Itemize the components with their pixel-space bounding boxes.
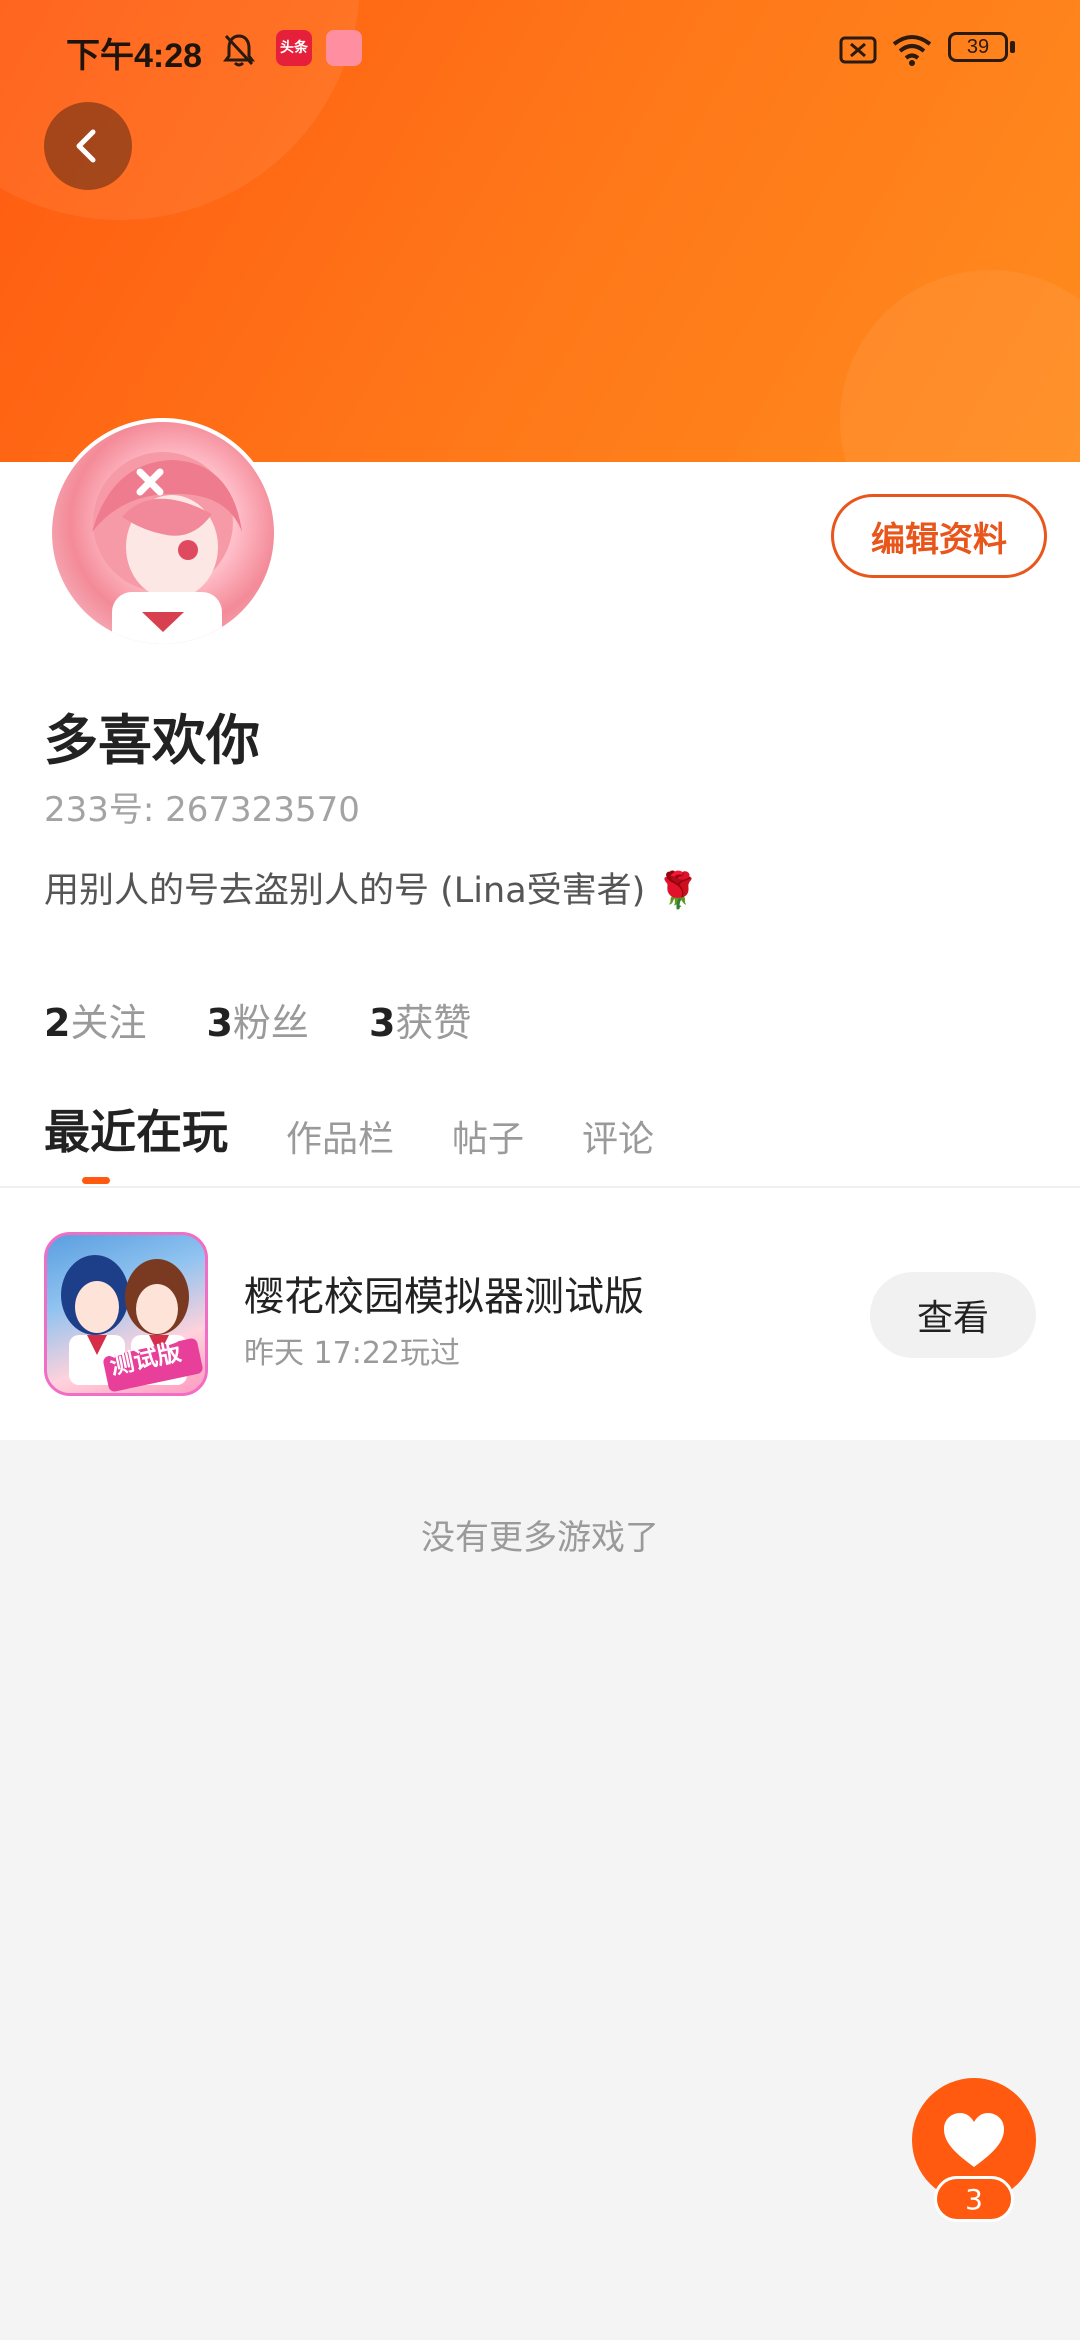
tab-works[interactable]: 作品栏 bbox=[286, 1110, 394, 1162]
game-title: 樱花校园模拟器测试版 bbox=[244, 1274, 644, 1320]
chevron-left-icon bbox=[76, 129, 96, 163]
stat-likes[interactable]: 3获赞 bbox=[369, 992, 471, 1047]
stat-followers-count: 3 bbox=[206, 1001, 233, 1045]
wifi-icon bbox=[892, 35, 932, 66]
like-count-badge: 3 bbox=[934, 2176, 1014, 2222]
toutiao-app-icon: 头条 bbox=[276, 30, 312, 66]
stat-following[interactable]: 2关注 bbox=[44, 992, 146, 1047]
battery-level: 39 bbox=[966, 36, 990, 58]
game-icon: 测试版 bbox=[44, 1232, 208, 1396]
status-bar: 下午4:28 头条 39 bbox=[0, 0, 1080, 100]
stat-followers-label: 粉丝 bbox=[232, 1001, 309, 1045]
cover-decoration bbox=[840, 270, 1080, 462]
stat-following-count: 2 bbox=[44, 1001, 71, 1045]
store-app-icon bbox=[326, 30, 362, 66]
stat-likes-label: 获赞 bbox=[395, 1001, 472, 1045]
bell-off-icon bbox=[223, 34, 255, 67]
edit-profile-button[interactable]: 编辑资料 bbox=[831, 494, 1047, 578]
profile-stats: 2关注 3粉丝 3获赞 bbox=[44, 992, 531, 1047]
bio: 用别人的号去盗别人的号 (Lina受害者) 🌹 bbox=[44, 871, 700, 911]
active-tab-indicator bbox=[82, 1177, 110, 1184]
status-time: 下午4:28 bbox=[66, 37, 203, 75]
heart-icon bbox=[944, 2113, 1004, 2167]
game-played-time: 昨天 17:22玩过 bbox=[244, 1336, 460, 1371]
tab-posts[interactable]: 帖子 bbox=[452, 1110, 524, 1162]
battery-icon: 39 bbox=[948, 32, 1008, 62]
stat-likes-count: 3 bbox=[368, 1001, 396, 1045]
stat-following-label: 关注 bbox=[70, 1001, 147, 1045]
avatar-image bbox=[52, 422, 274, 644]
sim-off-icon bbox=[839, 36, 877, 64]
profile-tabs: 最近在玩 作品栏 帖子 评论 bbox=[44, 1096, 712, 1162]
avatar-illustration bbox=[92, 452, 242, 644]
tab-recent-play[interactable]: 最近在玩 bbox=[44, 1096, 228, 1162]
view-game-button[interactable]: 查看 bbox=[870, 1272, 1036, 1358]
user-id: 233号: 267323570 bbox=[44, 790, 360, 830]
battery-tip bbox=[1010, 41, 1015, 53]
stat-followers[interactable]: 3粉丝 bbox=[206, 992, 308, 1047]
avatar[interactable] bbox=[48, 418, 278, 648]
no-more-games: 没有更多游戏了 bbox=[421, 1518, 659, 1558]
nickname: 多喜欢你 bbox=[44, 709, 260, 772]
list-item[interactable]: 测试版 樱花校园模拟器测试版 昨天 17:22玩过 查看 bbox=[0, 1188, 1080, 1440]
back-button[interactable] bbox=[44, 102, 132, 190]
tab-comments[interactable]: 评论 bbox=[582, 1110, 654, 1162]
